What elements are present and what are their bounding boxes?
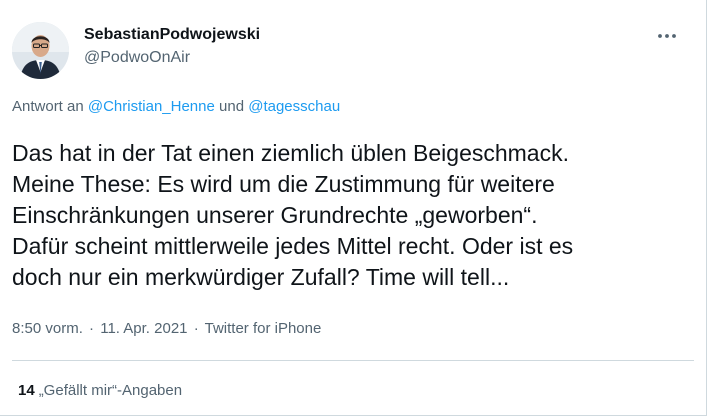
- reply-context: Antwort an @Christian_Henne und @tagessc…: [12, 97, 340, 117]
- meta-separator: ·: [193, 320, 199, 337]
- tweet-text-line: Das hat in der Tat einen ziemlich üblen …: [12, 140, 569, 166]
- tweet-text: Das hat in der Tat einen ziemlich üblen …: [12, 138, 697, 293]
- tweet-time[interactable]: 8:50 vorm.: [12, 320, 83, 337]
- tweet-source[interactable]: Twitter for iPhone: [205, 320, 322, 337]
- more-options-button[interactable]: [656, 28, 678, 44]
- more-horizontal-icon: [658, 34, 676, 38]
- tweet-date[interactable]: 11. Apr. 2021: [100, 320, 187, 337]
- author-display-name[interactable]: SebastianPodwojewski: [84, 25, 260, 45]
- likes-stat[interactable]: 14 „Gefällt mir“-Angaben: [18, 382, 182, 399]
- divider: [12, 360, 694, 361]
- mention-link-tagesschau[interactable]: @tagesschau: [248, 98, 340, 115]
- reply-conjunction: und: [214, 98, 249, 115]
- tweet-text-line: Meine These: Es wird um die Zustimmung f…: [12, 171, 555, 197]
- tweet-stats: 14 „Gefällt mir“-Angaben: [18, 381, 182, 401]
- likes-count: 14: [18, 382, 35, 399]
- tweet-card: SebastianPodwojewski @PodwoOnAir Antwort…: [0, 0, 707, 416]
- author-handle[interactable]: @PodwoOnAir: [84, 48, 260, 68]
- tweet-text-line: Einschränkungen unserer Grundrechte „gew…: [12, 202, 538, 228]
- tweet-text-line: Dafür scheint mittlerweile jedes Mittel …: [12, 233, 574, 259]
- profile-photo-icon: [12, 22, 69, 79]
- mention-link-christian-henne[interactable]: @Christian_Henne: [88, 98, 215, 115]
- tweet-text-line: doch nur ein merkwürdiger Zufall? Time w…: [12, 264, 510, 290]
- author-names: SebastianPodwojewski @PodwoOnAir: [84, 25, 260, 68]
- tweet-header: SebastianPodwojewski @PodwoOnAir: [12, 18, 694, 80]
- tweet-meta: 8:50 vorm. · 11. Apr. 2021 · Twitter for…: [12, 319, 321, 339]
- meta-separator: ·: [89, 320, 95, 337]
- reply-prefix: Antwort an: [12, 98, 88, 115]
- avatar[interactable]: [12, 22, 69, 79]
- likes-label: „Gefällt mir“-Angaben: [38, 382, 183, 399]
